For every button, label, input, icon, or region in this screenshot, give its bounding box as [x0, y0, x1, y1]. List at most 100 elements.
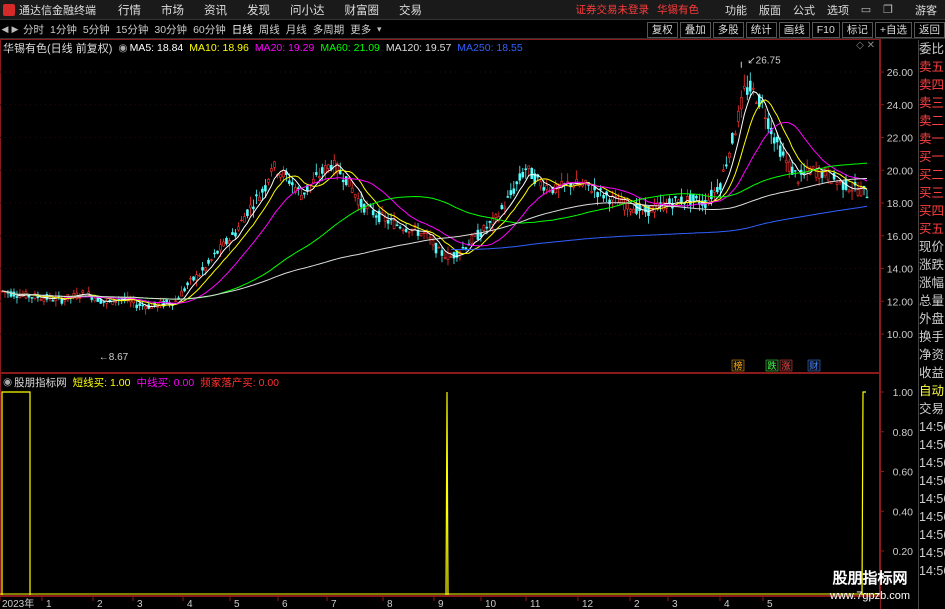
candle-body	[407, 231, 411, 234]
ma60-line	[1, 162, 867, 300]
candle-body	[300, 195, 303, 200]
candle-body	[303, 192, 306, 195]
candle-body	[527, 165, 531, 169]
candle-body	[545, 185, 549, 190]
candle-body	[323, 165, 327, 175]
date-label: 7	[331, 599, 337, 609]
candle-body	[838, 181, 842, 183]
candle-body	[282, 170, 285, 178]
candle-body	[742, 86, 746, 89]
settings-dot-icon[interactable]: ◉	[118, 42, 127, 54]
short-buy-label: 短线买: 1.00	[72, 376, 131, 389]
candle-body	[279, 174, 282, 178]
event-marker: 财	[809, 360, 818, 371]
candle-body	[449, 256, 453, 258]
candle-body	[311, 178, 315, 183]
candle-body	[350, 187, 354, 193]
ma5-label: MA5: 18.84	[129, 42, 184, 54]
candle-body	[754, 102, 758, 104]
candle-body	[485, 226, 489, 229]
candle-body	[207, 259, 210, 264]
sub-tick-label: 0.80	[893, 427, 914, 439]
candle-body	[503, 206, 507, 210]
candle-body	[297, 187, 300, 190]
kline-chart[interactable]: 26.00 24.00 22.00 20.00 18.00 16.00 14.00 12.00…	[0, 0, 918, 609]
side-panel-item: 14:56	[919, 528, 945, 542]
short-buy-signal	[1, 391, 31, 595]
candle-body	[748, 80, 752, 92]
candle-body	[237, 226, 240, 231]
candle-body	[258, 196, 261, 201]
price-tick-label: 12.00	[887, 296, 913, 308]
date-label: 12	[582, 599, 594, 609]
candle-body	[521, 171, 525, 178]
candle-body	[108, 299, 112, 302]
candle-body	[518, 173, 522, 181]
candle-body	[341, 179, 345, 183]
candle-body	[731, 133, 734, 144]
candle-body	[213, 252, 216, 255]
candle-body	[596, 192, 599, 198]
side-panel-item: 14:56	[919, 492, 945, 506]
candle-body	[722, 169, 725, 172]
candle-body	[288, 180, 291, 184]
candle-body	[374, 215, 378, 218]
candle-body	[506, 196, 510, 198]
candle-body	[225, 238, 228, 245]
candle-body	[30, 297, 34, 299]
candle-body	[461, 247, 465, 249]
candle-body	[602, 195, 605, 199]
candle-body	[476, 229, 480, 240]
candle-body	[344, 176, 348, 186]
candle-body	[392, 220, 396, 229]
candle-body	[141, 304, 144, 307]
candle-body	[386, 220, 390, 224]
candle-body	[320, 167, 324, 174]
side-panel-item: 14:56	[919, 438, 945, 452]
candle-body	[114, 301, 118, 303]
candle-body	[398, 226, 402, 229]
candle-body	[512, 188, 516, 194]
side-panel-item: 14:56	[919, 456, 945, 470]
side-panel-item: 现价	[919, 240, 945, 254]
short-buy-signal	[861, 391, 866, 596]
indicator-settings-icon[interactable]: ◉	[3, 376, 12, 388]
candle-body	[515, 181, 519, 185]
chart-options-icon[interactable]: ◇ ✕	[856, 40, 875, 51]
date-label: 1	[46, 599, 52, 609]
candle-body	[93, 298, 97, 302]
side-panel-item: 收益	[919, 366, 945, 380]
candle-body	[144, 306, 147, 310]
mid-buy-label: 中线买: 0.00	[136, 376, 195, 389]
back-button[interactable]: 返回	[914, 21, 945, 38]
candle-body	[326, 164, 330, 169]
candle-body	[728, 152, 731, 158]
candle-body	[440, 250, 444, 256]
guest-user[interactable]: 游客	[915, 2, 937, 18]
indicator-title: 股朋指标网	[14, 376, 67, 389]
side-panel-item: 交易	[919, 402, 945, 416]
candle-body	[183, 288, 186, 292]
candle-body	[401, 229, 405, 232]
candle-body	[249, 204, 252, 209]
candle-body	[371, 210, 375, 216]
sub-tick-label: 0.20	[893, 546, 914, 558]
candle-body	[198, 274, 201, 277]
candle-body	[713, 190, 716, 193]
candle-body	[51, 300, 55, 302]
candle-body	[482, 225, 486, 231]
date-label: 8	[387, 599, 393, 609]
side-panel-item: 涨跌	[919, 258, 945, 272]
watermark-title: 股朋指标网	[832, 570, 908, 587]
candle-body	[826, 170, 830, 181]
price-tick-label: 16.00	[887, 231, 913, 243]
candle-body	[847, 189, 851, 193]
date-label: 2023年	[2, 597, 34, 609]
side-panel-item: 14:56	[919, 564, 945, 578]
ma250-label: MA250: 18.55	[457, 42, 523, 54]
candle-body	[255, 194, 258, 197]
candle-body	[138, 303, 141, 306]
side-panel-item: 总量	[919, 294, 945, 308]
event-marker: 涨	[781, 361, 790, 371]
candle-body	[135, 304, 138, 309]
